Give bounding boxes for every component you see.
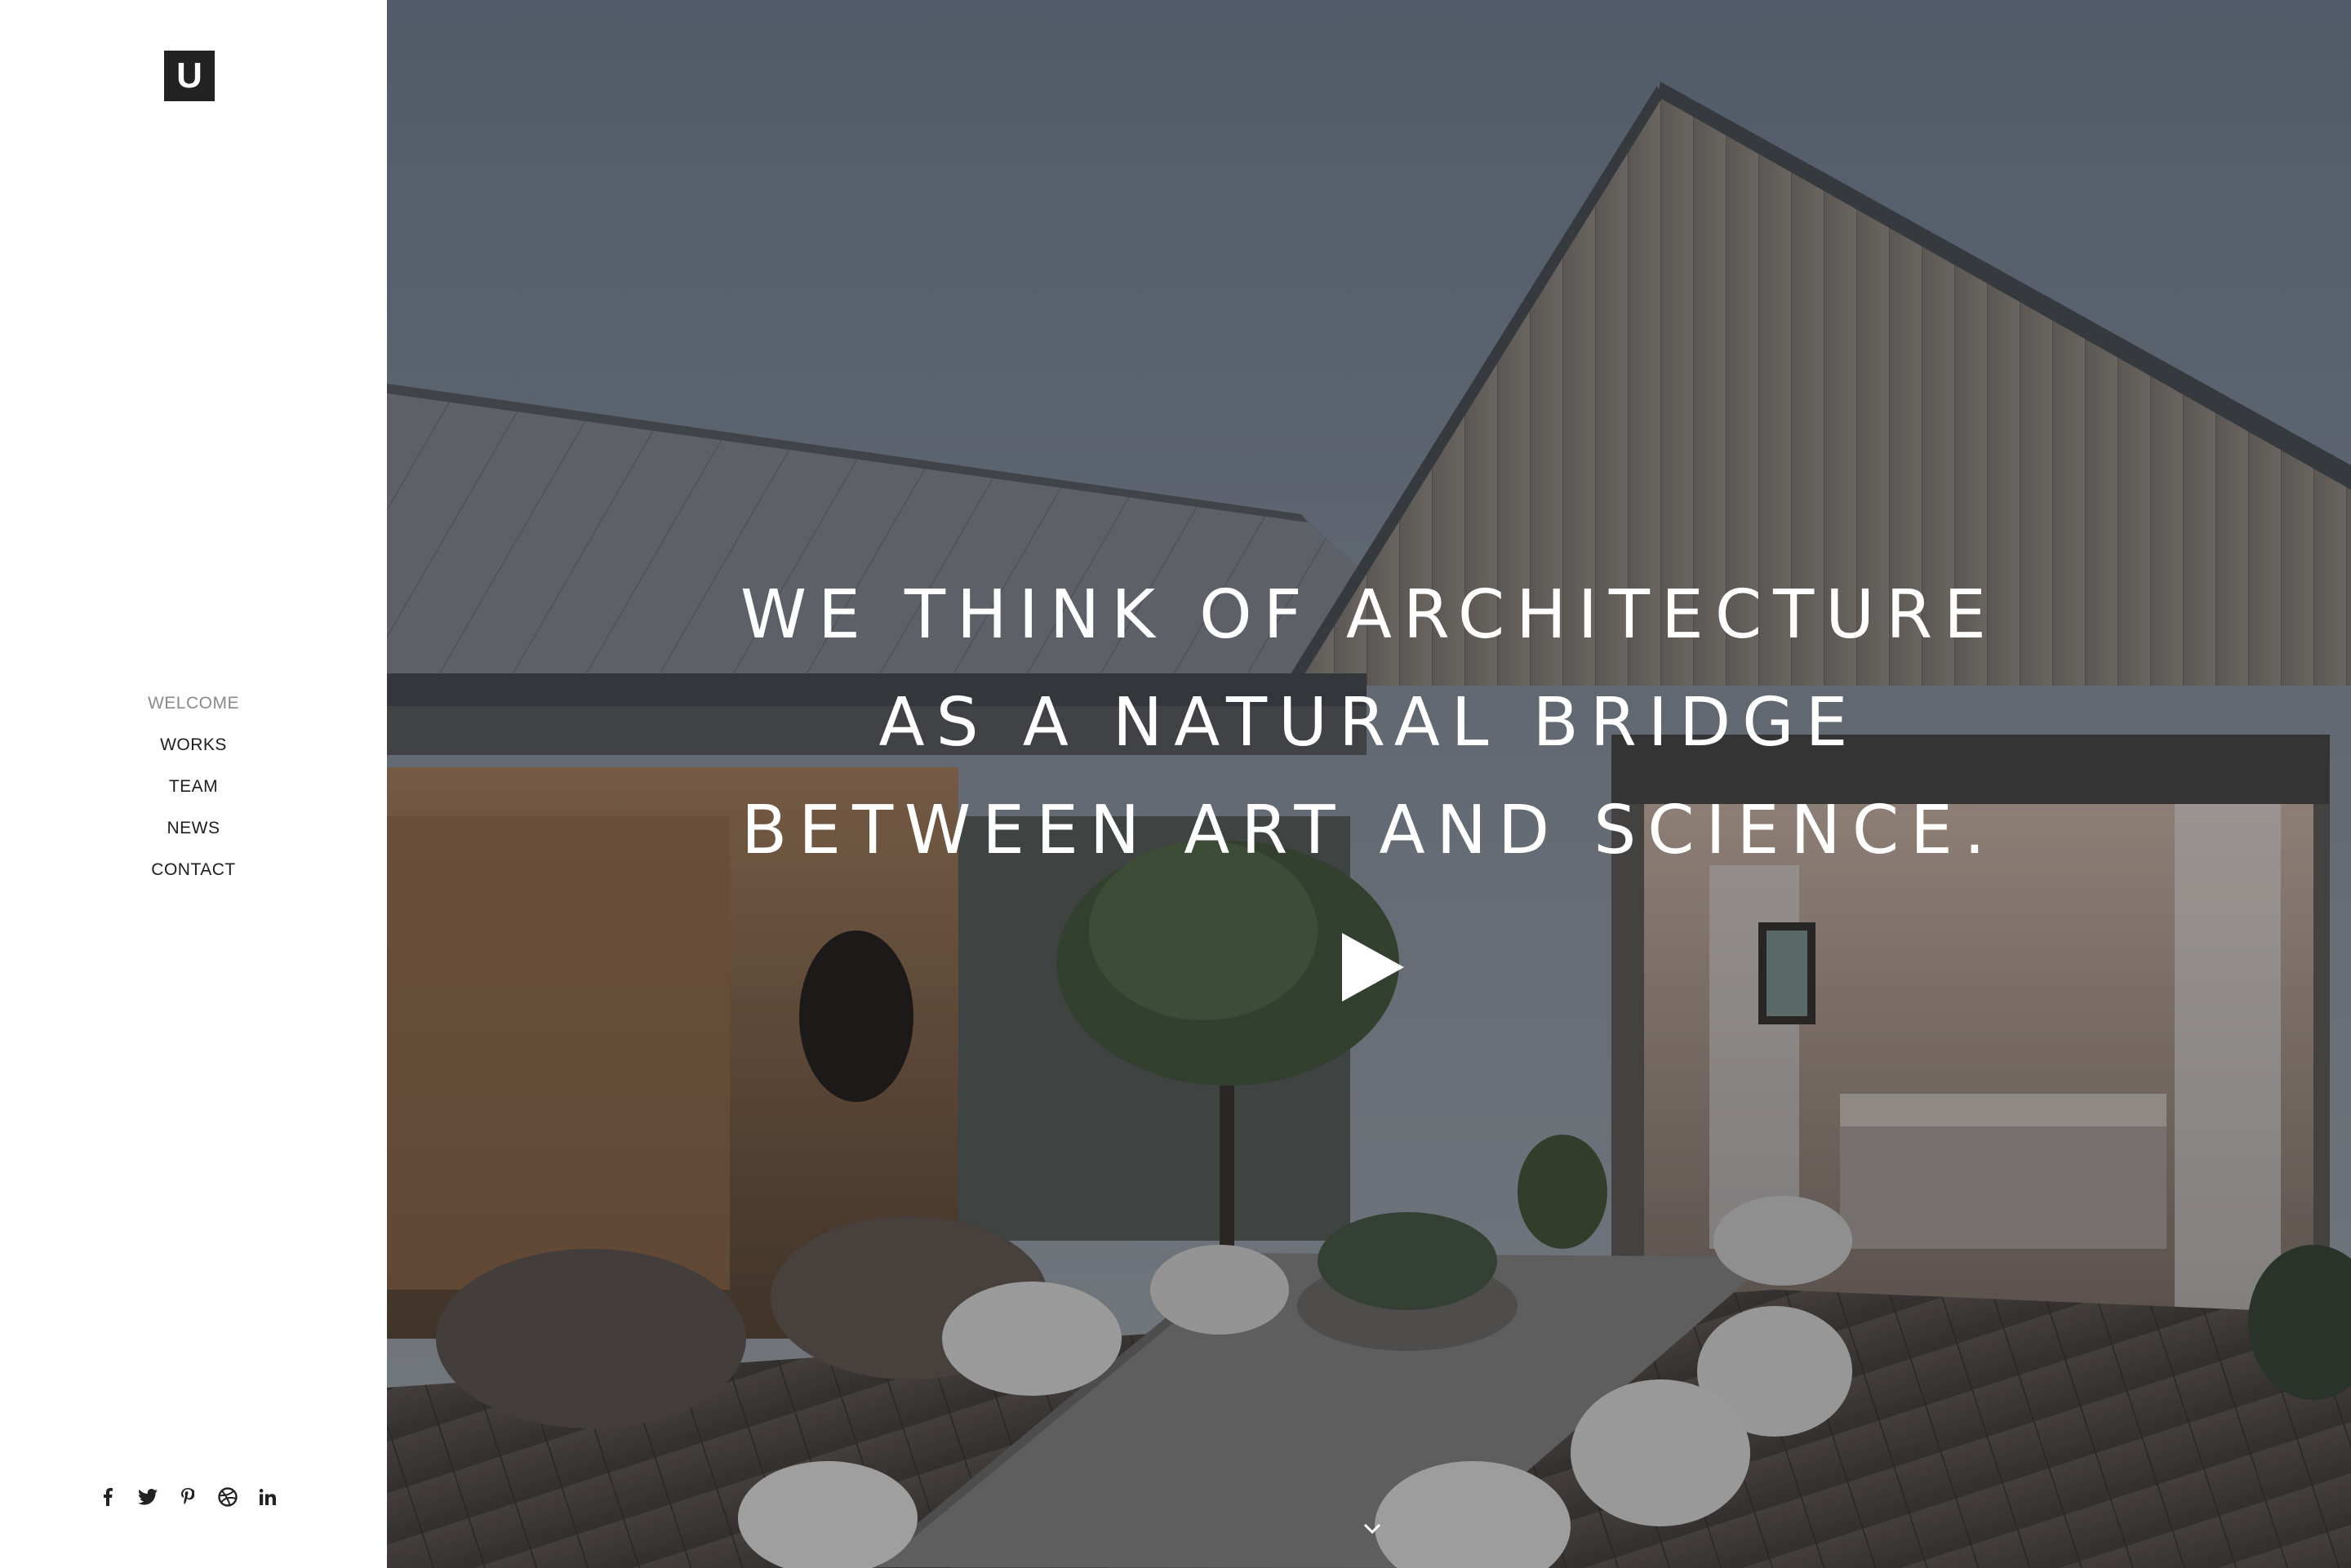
nav-item-works: WORKS (0, 729, 387, 771)
facebook-icon[interactable] (96, 1484, 118, 1510)
nav-item-contact: CONTACT (0, 854, 387, 895)
pinterest-icon[interactable] (176, 1484, 198, 1510)
headline-line-1: WE THINK OF ARCHITECTURE (740, 576, 1998, 654)
nav-link-team[interactable]: TEAM (169, 771, 218, 803)
nav-link-works[interactable]: WORKS (160, 729, 227, 762)
linkedin-icon[interactable] (256, 1484, 278, 1510)
play-icon[interactable] (1340, 931, 1406, 1003)
chevron-down-icon[interactable] (1360, 1517, 1384, 1541)
logo[interactable]: U (164, 51, 215, 101)
hero-headline: WE THINK OF ARCHITECTURE AS A NATURAL BR… (387, 562, 2351, 885)
nav-item-team: TEAM (0, 771, 387, 812)
social-links (96, 1484, 278, 1510)
page: U WELCOME WORKS TEAM NEWS CONTACT WE THI… (0, 0, 2351, 1568)
headline-line-3: BETWEEN ART AND SCIENCE. (741, 792, 1997, 869)
nav-item-welcome: WELCOME (0, 687, 387, 729)
nav-link-welcome[interactable]: WELCOME (148, 687, 239, 720)
nav-link-news[interactable]: NEWS (167, 812, 220, 845)
headline-line-2: AS A NATURAL BRIDGE (878, 684, 1860, 762)
dribbble-icon[interactable] (216, 1484, 238, 1510)
twitter-icon[interactable] (136, 1484, 158, 1510)
hero-section: WE THINK OF ARCHITECTURE AS A NATURAL BR… (387, 0, 2351, 1568)
main-nav: WELCOME WORKS TEAM NEWS CONTACT (0, 687, 387, 895)
nav-item-news: NEWS (0, 812, 387, 854)
sidebar: U WELCOME WORKS TEAM NEWS CONTACT (0, 0, 387, 1568)
nav-link-contact[interactable]: CONTACT (151, 854, 235, 886)
